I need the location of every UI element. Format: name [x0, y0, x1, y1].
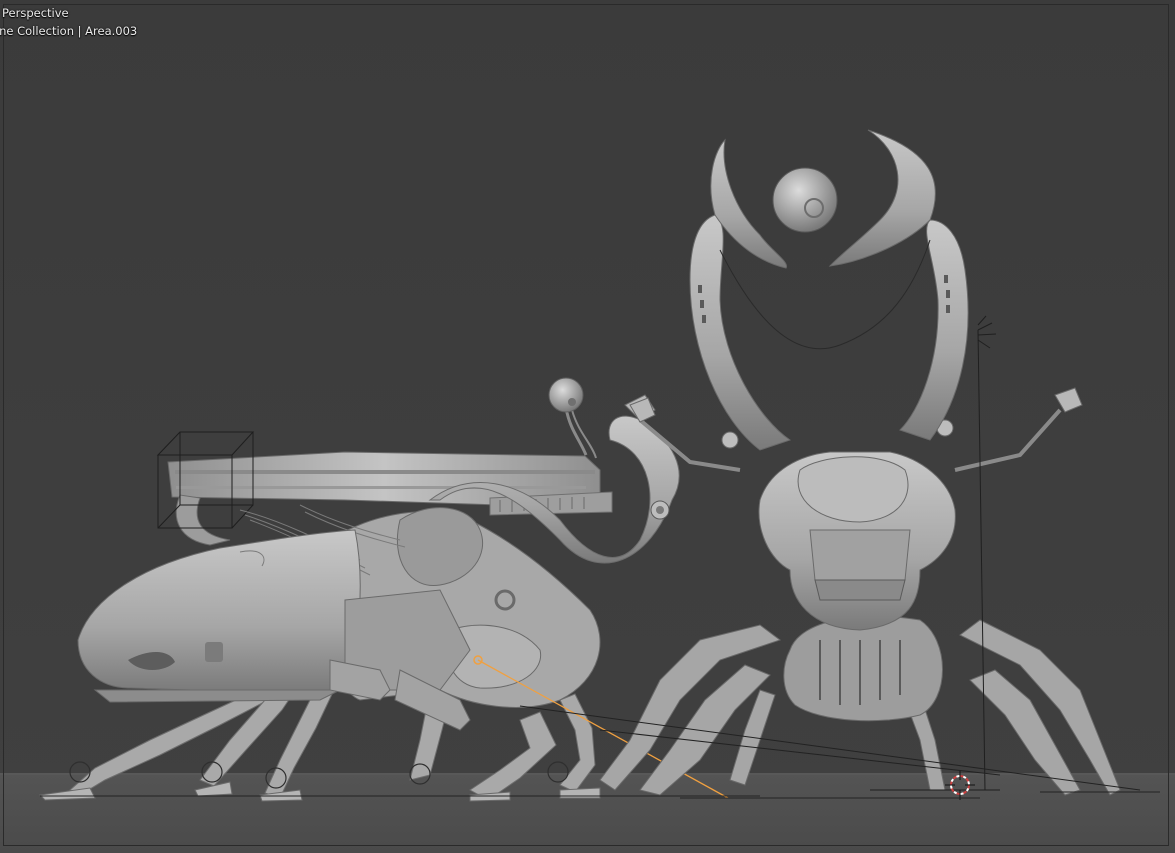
floor-plane[interactable]: [0, 773, 1175, 853]
view-name-label: Perspective: [2, 6, 69, 20]
scene-canvas[interactable]: [0, 0, 1175, 853]
stag-eye-sphere: [772, 167, 838, 233]
stag-abdomen: [783, 615, 943, 722]
collection-context-label: ene Collection | Area.003: [0, 24, 138, 38]
3d-viewport[interactable]: Perspective ene Collection | Area.003: [0, 0, 1175, 853]
